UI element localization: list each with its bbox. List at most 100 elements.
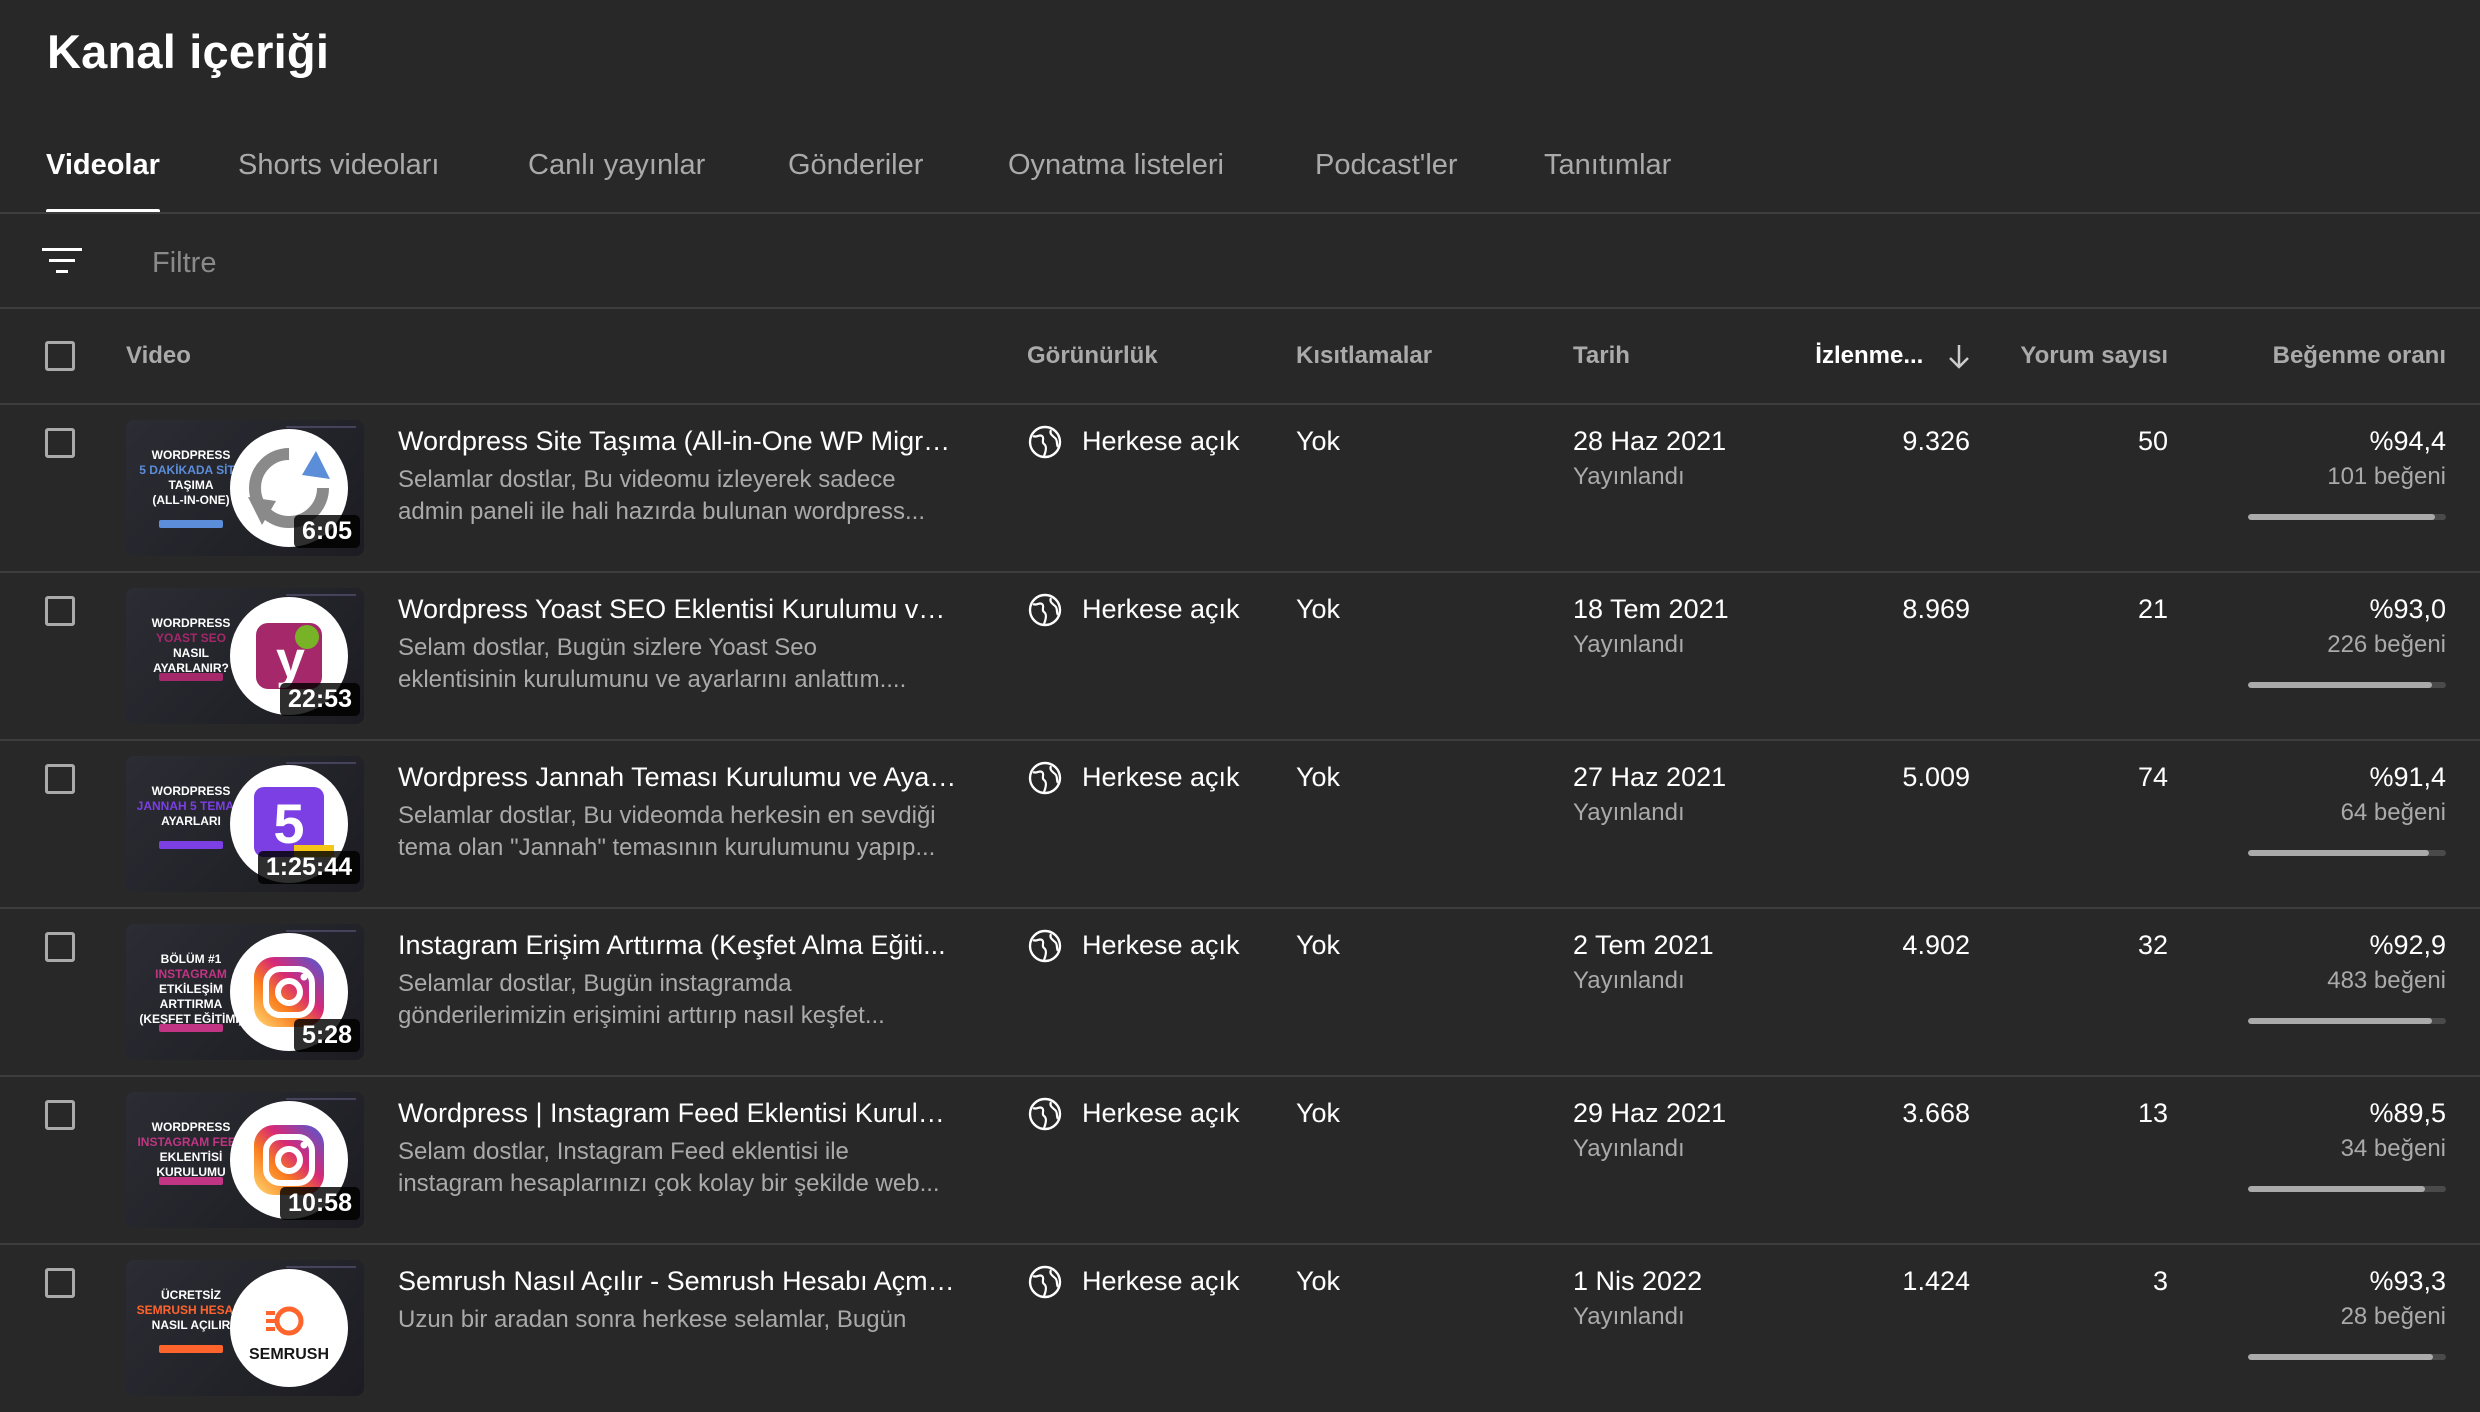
video-duration: 1:25:44 (257, 851, 360, 884)
filter-icon[interactable] (42, 245, 82, 277)
header-views[interactable]: İzlenme... (1815, 340, 1970, 372)
video-description: Selam dostlar, Bugün sizlere Yoast Seo ek… (398, 632, 958, 696)
thumbnail-decoration (286, 930, 356, 932)
tab-shorts[interactable]: Shorts videoları (238, 135, 440, 213)
video-thumbnail[interactable]: WORDPRESS 5 DAKİKADA SİTE TAŞIMA (ALL-IN-ON… (126, 420, 364, 556)
table-row[interactable]: WORDPRESS INSTAGRAM FEED EKLENTİSİ KURULUM… (0, 1076, 2480, 1244)
video-title[interactable]: Instagram Erişim Arttırma (Keşfet Alma E… (398, 930, 958, 961)
video-thumbnail[interactable]: BÖLÜM #1 INSTAGRAM ETKİLEŞİM ARTTIRMA (KEŞF… (126, 924, 364, 1060)
restrictions-value: Yok (1296, 930, 1341, 960)
like-ratio: %93,3 (2369, 1266, 2446, 1296)
row-checkbox[interactable] (45, 1100, 75, 1130)
like-ratio: %93,0 (2369, 594, 2446, 624)
thumbnail-caption-line: JANNAH 5 TEMASI (136, 799, 246, 813)
header-video: Video (126, 342, 191, 369)
tab-promotions[interactable]: Tanıtımlar (1544, 135, 1671, 213)
filter-divider (0, 307, 2480, 309)
restrictions-value: Yok (1296, 762, 1341, 792)
video-thumbnail[interactable]: ÜCRETSİZ SEMRUSH HESABI NASIL AÇILIR SEMRUS… (126, 1260, 364, 1396)
header-comments[interactable]: Yorum sayısı (2020, 340, 2168, 372)
likes-count: 28 beğeni (2340, 1303, 2446, 1330)
publish-status: Yayınlandı (1573, 1135, 1685, 1162)
video-title[interactable]: Wordpress Site Taşıma (All-in-One WP Mig… (398, 426, 958, 457)
publish-date: 27 Haz 2021 (1573, 762, 1727, 792)
select-all-checkbox[interactable] (45, 341, 75, 371)
header-date[interactable]: Tarih (1573, 340, 1630, 372)
thumbnail-accent-strip (159, 520, 223, 528)
thumbnail-caption-line: WORDPRESS (151, 448, 231, 462)
video-description-line: admin paneli ile hali hazırda bulunan wo… (398, 498, 925, 525)
publish-status: Yayınlandı (1573, 1303, 1685, 1330)
video-description-line: Selamlar dostlar, Bugün instagramda (398, 970, 792, 997)
row-checkbox[interactable] (45, 1268, 75, 1298)
like-ratio-bar (2248, 514, 2446, 520)
likes-count: 483 beğeni (2327, 967, 2446, 994)
video-description-line: Selam dostlar, Instagram Feed eklentisi … (398, 1138, 849, 1165)
video-description: Selamlar dostlar, Bu videomda herkesin e… (398, 800, 958, 864)
thumbnail-caption: WORDPRESS INSTAGRAM FEED EKLENTİSİ KURULUM… (136, 1120, 246, 1180)
restrictions-value: Yok (1296, 1098, 1341, 1128)
views-count: 4.902 (1902, 930, 1970, 960)
globe-icon (1028, 1097, 1062, 1131)
like-ratio: %91,4 (2369, 762, 2446, 792)
publish-status: Yayınlandı (1573, 463, 1685, 490)
publish-date: 29 Haz 2021 (1573, 1098, 1727, 1128)
comments-count: 3 (2152, 1266, 2168, 1296)
comments-count: 74 (2137, 762, 2168, 792)
likes-count: 64 beğeni (2340, 799, 2446, 826)
visibility-dropdown[interactable]: Herkese açık (1082, 762, 1240, 793)
row-checkbox[interactable] (45, 428, 75, 458)
views-count: 5.009 (1902, 762, 1970, 792)
video-duration: 22:53 (280, 683, 360, 716)
globe-icon (1028, 761, 1062, 795)
video-title[interactable]: Wordpress | Instagram Feed Eklentisi Kur… (398, 1098, 958, 1129)
row-checkbox[interactable] (45, 932, 75, 962)
comments-count: 13 (2137, 1098, 2168, 1128)
tab-videos[interactable]: Videolar (46, 135, 160, 213)
row-checkbox[interactable] (45, 596, 75, 626)
thumbnail-caption-line: WORDPRESS (151, 616, 231, 630)
video-thumbnail[interactable]: WORDPRESS YOAST SEO NASIL AYARLANIR? y 22:53 (126, 588, 364, 724)
like-ratio: %94,4 (2369, 426, 2446, 456)
video-title[interactable]: Wordpress Jannah Teması Kurulumu ve Ayar… (398, 762, 958, 793)
table-row[interactable]: WORDPRESS YOAST SEO NASIL AYARLANIR? y 22:53… (0, 572, 2480, 740)
video-thumbnail[interactable]: WORDPRESS JANNAH 5 TEMASI AYARLARI 5 1:25:44 (126, 756, 364, 892)
like-ratio: %89,5 (2369, 1098, 2446, 1128)
table-row[interactable]: WORDPRESS 5 DAKİKADA SİTE TAŞIMA (ALL-IN-ON… (0, 404, 2480, 572)
like-ratio-bar-fill (2248, 1354, 2433, 1360)
thumbnail-accent-strip (159, 1345, 223, 1353)
visibility-dropdown[interactable]: Herkese açık (1082, 426, 1240, 457)
video-description-line: tema olan "Jannah" temasının kurulumunu … (398, 834, 936, 861)
page-title: Kanal içeriği (47, 25, 330, 78)
video-title[interactable]: Semrush Nasıl Açılır - Semrush Hesabı Aç… (398, 1266, 958, 1297)
video-thumbnail[interactable]: WORDPRESS INSTAGRAM FEED EKLENTİSİ KURULUM… (126, 1092, 364, 1228)
header-likes[interactable]: Beğenme oranı (2273, 340, 2446, 372)
tab-posts[interactable]: Gönderiler (788, 135, 923, 213)
tab-playlists[interactable]: Oynatma listeleri (1008, 135, 1224, 213)
table-row[interactable]: ÜCRETSİZ SEMRUSH HESABI NASIL AÇILIR SEMRUS… (0, 1244, 2480, 1412)
table-row[interactable]: WORDPRESS JANNAH 5 TEMASI AYARLARI 5 1:25:44… (0, 740, 2480, 908)
thumbnail-caption: WORDPRESS 5 DAKİKADA SİTE TAŞIMA (ALL-IN-ON… (136, 448, 246, 508)
visibility-dropdown[interactable]: Herkese açık (1082, 1266, 1240, 1297)
filter-input[interactable] (150, 240, 1654, 286)
video-duration: 6:05 (293, 515, 360, 548)
video-duration: 10:58 (280, 1187, 360, 1220)
svg-text:SEMRUSH: SEMRUSH (249, 1346, 329, 1363)
visibility-dropdown[interactable]: Herkese açık (1082, 930, 1240, 961)
visibility-dropdown[interactable]: Herkese açık (1082, 1098, 1240, 1129)
thumbnail-caption-line: ÜCRETSİZ (161, 1288, 221, 1302)
thumbnail-caption-line: YOAST SEO (155, 631, 226, 645)
thumbnail-caption-line: INSTAGRAM (155, 967, 227, 981)
likes-count: 101 beğeni (2327, 463, 2446, 490)
tab-live[interactable]: Canlı yayınlar (528, 135, 705, 213)
publish-status: Yayınlandı (1573, 799, 1685, 826)
like-ratio-bar (2248, 682, 2446, 688)
thumbnail-caption-line: BÖLÜM #1 (160, 952, 222, 966)
row-checkbox[interactable] (45, 764, 75, 794)
table-row[interactable]: BÖLÜM #1 INSTAGRAM ETKİLEŞİM ARTTIRMA (KEŞF… (0, 908, 2480, 1076)
video-title[interactable]: Wordpress Yoast SEO Eklentisi Kurulumu v… (398, 594, 958, 625)
tab-podcasts[interactable]: Podcast'ler (1315, 135, 1458, 213)
visibility-dropdown[interactable]: Herkese açık (1082, 594, 1240, 625)
like-ratio-bar-fill (2248, 682, 2433, 688)
arrow-down-icon (1949, 344, 1969, 369)
